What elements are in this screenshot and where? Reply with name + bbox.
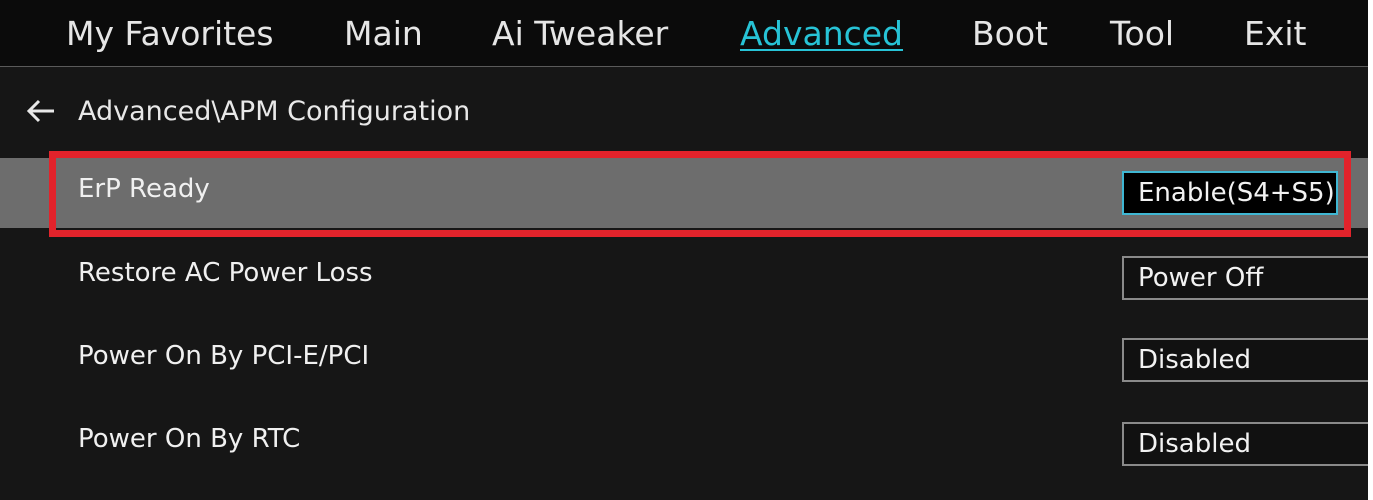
tab-my-favorites[interactable]: My Favorites (66, 14, 274, 54)
screen-edge (1368, 0, 1373, 500)
tab-exit[interactable]: Exit (1244, 14, 1307, 54)
tab-main[interactable]: Main (344, 14, 423, 54)
setting-value-select[interactable]: Disabled (1122, 422, 1368, 466)
setting-row-power-on-by-pcie[interactable]: Power On By PCI-E/PCI Disabled (0, 325, 1368, 395)
setting-label: ErP Ready (78, 174, 210, 204)
tab-boot[interactable]: Boot (972, 14, 1048, 54)
setting-value-select[interactable]: Enable(S4+S5) (1122, 171, 1338, 215)
setting-row-power-on-by-rtc[interactable]: Power On By RTC Disabled (0, 408, 1368, 478)
tab-advanced[interactable]: Advanced (740, 14, 903, 54)
setting-value-select[interactable]: Power Off (1122, 256, 1368, 300)
top-nav: My Favorites Main Ai Tweaker Advanced Bo… (0, 0, 1368, 67)
tab-tool[interactable]: Tool (1110, 14, 1174, 54)
bios-screen: My Favorites Main Ai Tweaker Advanced Bo… (0, 0, 1373, 500)
setting-label: Power On By PCI-E/PCI (78, 341, 370, 371)
tab-ai-tweaker[interactable]: Ai Tweaker (492, 14, 668, 54)
setting-row-erp-ready[interactable]: ErP Ready Enable(S4+S5) (0, 158, 1368, 228)
setting-value-select[interactable]: Disabled (1122, 338, 1368, 382)
setting-label: Restore AC Power Loss (78, 258, 373, 288)
setting-row-restore-ac-power-loss[interactable]: Restore AC Power Loss Power Off (0, 242, 1368, 312)
breadcrumb-path: Advanced\APM Configuration (78, 96, 471, 127)
back-arrow-icon[interactable] (26, 98, 56, 124)
setting-label: Power On By RTC (78, 424, 301, 454)
